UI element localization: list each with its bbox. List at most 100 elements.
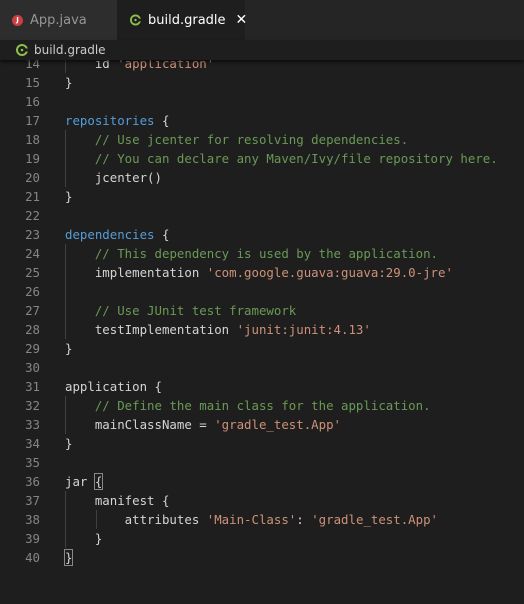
tab-label: App.java bbox=[30, 12, 87, 28]
code-text: } bbox=[65, 339, 72, 358]
code-text: application { bbox=[65, 377, 162, 396]
code-token: } bbox=[63, 549, 74, 566]
code-line[interactable]: 36 jar { bbox=[0, 472, 524, 491]
code-line[interactable]: 21} bbox=[0, 187, 524, 206]
line-number: 20 bbox=[25, 170, 40, 185]
code-line[interactable]: 35 bbox=[0, 453, 524, 472]
code-line[interactable]: 23 dependencies { bbox=[0, 225, 524, 244]
code-token: dependencies bbox=[65, 227, 155, 242]
code-text: // You can declare any Maven/Ivy/file re… bbox=[65, 149, 498, 168]
code-token: mainClassName = bbox=[65, 417, 215, 432]
tab-build-gradle[interactable]: build.gradle ✕ bbox=[117, 0, 248, 40]
code-token: } bbox=[65, 189, 73, 204]
code-line[interactable]: 37 manifest { bbox=[0, 491, 524, 510]
line-number: 40 bbox=[25, 550, 40, 565]
code-token: { bbox=[93, 473, 104, 490]
code-text: jcenter() bbox=[65, 168, 162, 187]
code-token: } bbox=[65, 75, 73, 90]
tab-app-java[interactable]: J App.java bbox=[0, 0, 117, 40]
close-icon[interactable]: ✕ bbox=[236, 12, 248, 28]
code-token: // Use jcenter for resolving dependencie… bbox=[94, 132, 409, 147]
indent-guide bbox=[96, 510, 98, 529]
code-line[interactable]: 18 // Use jcenter for resolving dependen… bbox=[0, 130, 524, 149]
code-line[interactable]: 16 bbox=[0, 92, 524, 111]
line-number: 35 bbox=[25, 455, 40, 470]
code-line[interactable]: 39 } bbox=[0, 529, 524, 548]
code-text: // Use jcenter for resolving dependencie… bbox=[65, 130, 408, 149]
code-line[interactable]: 17 repositories { bbox=[0, 111, 524, 130]
code-line[interactable]: 34} bbox=[0, 434, 524, 453]
code-line[interactable]: 38 attributes 'Main-Class': 'gradle_test… bbox=[0, 510, 524, 529]
code-text: // This dependency is used by the applic… bbox=[65, 244, 438, 263]
indent-guide bbox=[65, 396, 66, 434]
code-text: // Use JUnit test framework bbox=[65, 301, 296, 320]
code-text: implementation 'com.google.guava:guava:2… bbox=[65, 263, 453, 282]
code-token: repositories bbox=[65, 113, 155, 128]
code-text: jar { bbox=[65, 472, 104, 491]
code-text: dependencies { bbox=[65, 225, 169, 244]
code-token: jcenter() bbox=[65, 170, 162, 185]
code-text: testImplementation 'junit:junit:4.13' bbox=[65, 320, 371, 339]
code-line[interactable]: 32 // Define the main class for the appl… bbox=[0, 396, 524, 415]
code-line[interactable]: 33 mainClassName = 'gradle_test.App' bbox=[0, 415, 524, 434]
line-number: 32 bbox=[25, 398, 40, 413]
code-token: attributes bbox=[65, 512, 207, 527]
line-number: 36 bbox=[25, 474, 40, 489]
line-number: 28 bbox=[25, 322, 40, 337]
code-token: } bbox=[65, 531, 103, 546]
code-line[interactable]: 24 // This dependency is used by the app… bbox=[0, 244, 524, 263]
code-text: } bbox=[65, 529, 102, 548]
code-line[interactable]: 26 bbox=[0, 282, 524, 301]
indent-guide bbox=[65, 130, 66, 187]
breadcrumb-item[interactable]: build.gradle bbox=[34, 43, 106, 57]
line-number: 31 bbox=[25, 379, 40, 394]
line-number: 33 bbox=[25, 417, 40, 432]
code-text: } bbox=[63, 548, 74, 567]
code-token: 'junit:junit:4.13' bbox=[236, 322, 371, 337]
code-line[interactable]: 19 // You can declare any Maven/Ivy/file… bbox=[0, 149, 524, 168]
code-line[interactable]: 15} bbox=[0, 73, 524, 92]
code-token: { bbox=[154, 113, 170, 128]
line-number: 29 bbox=[25, 341, 40, 356]
line-number: 27 bbox=[25, 303, 40, 318]
code-token: testImplementation bbox=[65, 322, 237, 337]
code-text: } bbox=[65, 187, 72, 206]
code-line[interactable]: 27 // Use JUnit test framework bbox=[0, 301, 524, 320]
gradle-file-icon bbox=[16, 44, 28, 56]
code-text: manifest { bbox=[65, 491, 170, 510]
line-number: 23 bbox=[25, 227, 40, 242]
code-line[interactable]: 25 implementation 'com.google.guava:guav… bbox=[0, 263, 524, 282]
code-editor[interactable]: 14 id 'application' 15} 16 17 repositories {… bbox=[0, 57, 524, 604]
line-number: 21 bbox=[25, 189, 40, 204]
line-number: 34 bbox=[25, 436, 40, 451]
code-line[interactable]: 28 testImplementation 'junit:junit:4.13' bbox=[0, 320, 524, 339]
java-file-icon: J bbox=[12, 14, 23, 26]
code-text: } bbox=[65, 73, 72, 92]
code-token: 'gradle_test.App' bbox=[311, 512, 439, 527]
code-line[interactable]: 22 bbox=[0, 206, 524, 225]
tab-label: build.gradle bbox=[148, 12, 226, 28]
code-line[interactable]: 30 bbox=[0, 358, 524, 377]
code-line[interactable]: 31 application { bbox=[0, 377, 524, 396]
line-number: 19 bbox=[25, 151, 40, 166]
line-number: 37 bbox=[25, 493, 40, 508]
line-number: 26 bbox=[25, 284, 40, 299]
line-number: 25 bbox=[25, 265, 40, 280]
line-number: 30 bbox=[25, 360, 40, 375]
code-token: // Define the main class for the applica… bbox=[94, 398, 431, 413]
line-number: 24 bbox=[25, 246, 40, 261]
line-number: 17 bbox=[25, 113, 40, 128]
line-number: 15 bbox=[25, 75, 40, 90]
code-token: : bbox=[296, 512, 312, 527]
code-line[interactable]: 40} bbox=[0, 548, 524, 567]
indent-guide bbox=[65, 491, 66, 548]
line-number: 39 bbox=[25, 531, 40, 546]
code-line[interactable]: 29} bbox=[0, 339, 524, 358]
code-token: 'Main-Class' bbox=[206, 512, 297, 527]
code-token: application { bbox=[65, 379, 162, 394]
code-token: implementation bbox=[65, 265, 207, 280]
code-line[interactable]: 20 jcenter() bbox=[0, 168, 524, 187]
